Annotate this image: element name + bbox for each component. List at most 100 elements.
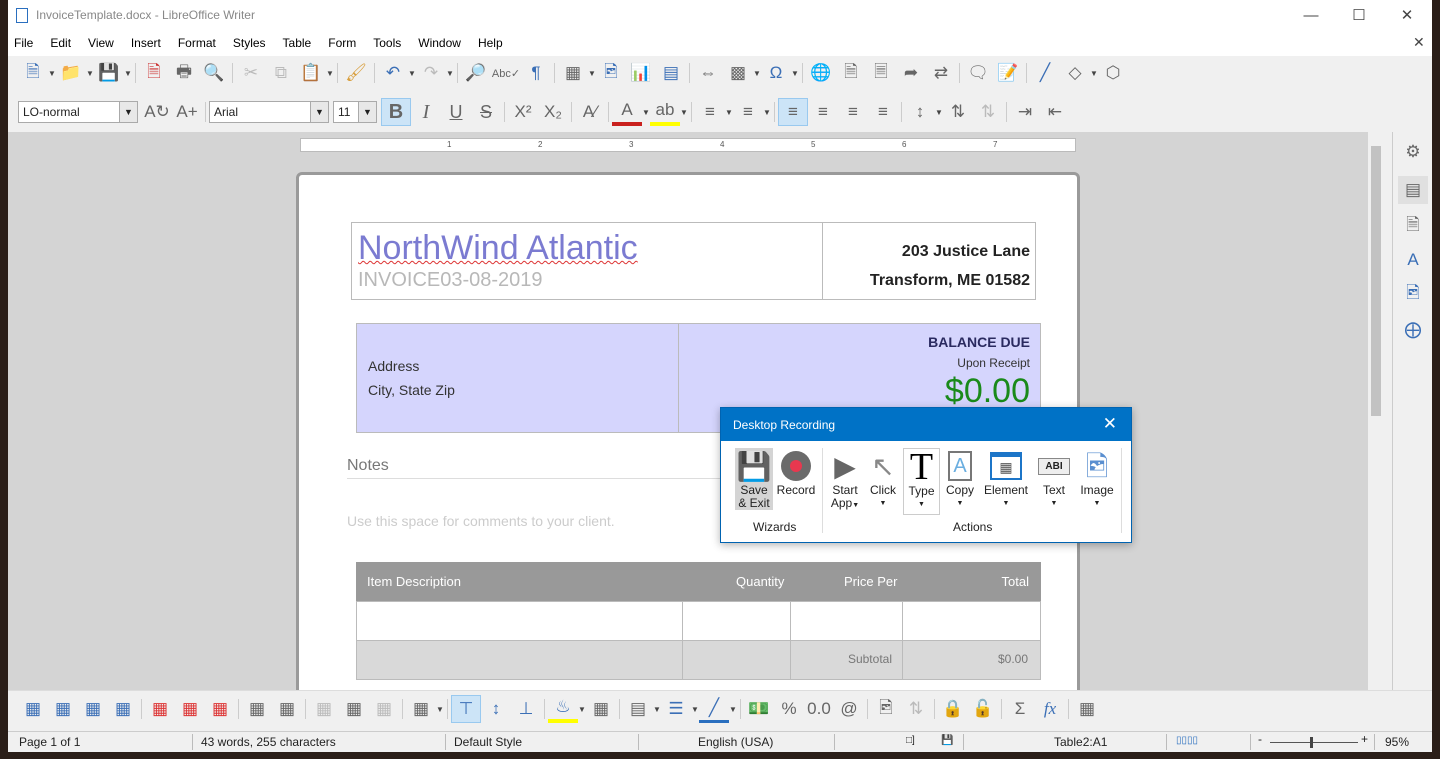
- insert-caption-icon[interactable]: 🖻: [871, 695, 901, 723]
- print-preview-icon[interactable]: 🔍: [199, 59, 229, 87]
- menu-help[interactable]: Help: [478, 36, 503, 50]
- properties-panel-icon[interactable]: ▤: [1398, 176, 1428, 204]
- element-button[interactable]: ▦ Element ▼: [981, 448, 1031, 510]
- insert-image-icon[interactable]: 🖻: [596, 59, 626, 87]
- bullet-list-icon[interactable]: ≡: [695, 98, 725, 126]
- scrollbar-thumb[interactable]: [1371, 146, 1381, 416]
- table-cell[interactable]: [790, 601, 903, 641]
- font-size-select[interactable]: 11 ▼: [333, 101, 377, 123]
- center-vertically-icon[interactable]: ↕: [481, 695, 511, 723]
- menu-view[interactable]: View: [88, 36, 114, 50]
- number-format-percent-icon[interactable]: %: [774, 695, 804, 723]
- new-style-icon[interactable]: A+: [172, 98, 202, 126]
- highlight-icon[interactable]: ab: [650, 98, 680, 126]
- menu-edit[interactable]: Edit: [50, 36, 71, 50]
- bookmark-icon[interactable]: ➦: [896, 59, 926, 87]
- insert-textbox-icon[interactable]: ▤: [656, 59, 686, 87]
- special-character-icon[interactable]: Ω: [761, 59, 791, 87]
- delete-table-icon[interactable]: ▦: [205, 695, 235, 723]
- footnote-icon[interactable]: 🗎: [836, 59, 866, 87]
- undo-icon[interactable]: ↶: [378, 59, 408, 87]
- maximize-button[interactable]: ☐: [1336, 0, 1382, 30]
- delete-columns-icon[interactable]: ▦: [175, 695, 205, 723]
- table-cell[interactable]: [682, 640, 791, 680]
- font-color-icon[interactable]: A: [612, 98, 642, 126]
- new-document-icon[interactable]: 🗎: [18, 59, 48, 87]
- open-folder-icon[interactable]: 📁: [56, 59, 86, 87]
- cut-icon[interactable]: ✂: [236, 59, 266, 87]
- unprotect-cells-icon[interactable]: 🔓: [968, 695, 998, 723]
- insert-columns-before-icon[interactable]: ▦: [78, 695, 108, 723]
- number-recognition-icon[interactable]: @: [834, 695, 864, 723]
- menu-table[interactable]: Table: [283, 36, 312, 50]
- font-name-select[interactable]: Arial ▼: [209, 101, 329, 123]
- menu-styles[interactable]: Styles: [233, 36, 266, 50]
- print-icon[interactable]: 🖶: [169, 59, 199, 87]
- find-replace-icon[interactable]: 🔎: [461, 59, 491, 87]
- align-bottom-icon[interactable]: ⊥: [511, 695, 541, 723]
- hyperlink-icon[interactable]: 🌐: [806, 59, 836, 87]
- update-style-icon[interactable]: A↻: [142, 98, 172, 126]
- page-style[interactable]: Default Style: [454, 735, 522, 749]
- menu-tools[interactable]: Tools: [373, 36, 401, 50]
- menu-format[interactable]: Format: [178, 36, 216, 50]
- horizontal-ruler[interactable]: 1 2 3 4 5 6 7: [300, 138, 1076, 152]
- start-app-button[interactable]: ▶ Start App▼: [827, 448, 863, 512]
- endnote-icon[interactable]: 🗏: [866, 59, 896, 87]
- dialog-close-icon[interactable]: ✕: [1103, 414, 1117, 434]
- align-center-icon[interactable]: ≡: [808, 98, 838, 126]
- underline-button[interactable]: U: [441, 98, 471, 126]
- increase-indent-icon[interactable]: ⇥: [1010, 98, 1040, 126]
- word-count[interactable]: 43 words, 255 characters: [201, 735, 336, 749]
- align-left-icon[interactable]: ≡: [778, 98, 808, 126]
- document-modified-icon[interactable]: 💾: [941, 735, 953, 746]
- click-button[interactable]: ↖ Click ▼: [866, 448, 900, 510]
- close-document-icon[interactable]: ✕: [1413, 34, 1425, 51]
- table-cell[interactable]: [356, 640, 683, 680]
- navigator-icon[interactable]: ⨁: [1398, 316, 1428, 344]
- copy-icon[interactable]: ⧉: [266, 59, 296, 87]
- align-top-icon[interactable]: ⊤: [451, 695, 481, 723]
- table-cell[interactable]: [902, 601, 1041, 641]
- paragraph-style-select[interactable]: LO-normal ▼: [18, 101, 138, 123]
- menu-insert[interactable]: Insert: [131, 36, 161, 50]
- formatting-marks-icon[interactable]: ¶: [521, 59, 551, 87]
- menu-form[interactable]: Form: [328, 36, 356, 50]
- notes-placeholder[interactable]: Use this space for comments to your clie…: [347, 513, 615, 529]
- document-area[interactable]: 1 2 3 4 5 6 7 NorthWind Atlantic INVOICE…: [8, 132, 1368, 690]
- draw-shapes-icon[interactable]: ⬡: [1098, 59, 1128, 87]
- basic-shapes-icon[interactable]: ◇: [1060, 59, 1090, 87]
- image-button[interactable]: 🖻 Image ▼: [1077, 448, 1117, 510]
- copy-button[interactable]: A Copy ▼: [943, 448, 977, 510]
- record-button[interactable]: Record: [776, 448, 816, 497]
- borders-icon[interactable]: ▤: [623, 695, 653, 723]
- comment-icon[interactable]: 🗨: [963, 59, 993, 87]
- insert-field-icon[interactable]: ▩: [723, 59, 753, 87]
- menu-window[interactable]: Window: [418, 36, 461, 50]
- number-format-decimal-icon[interactable]: 0.0: [804, 695, 834, 723]
- page-break-icon[interactable]: ⇔: [693, 59, 723, 87]
- autoformat-icon[interactable]: ▦: [586, 695, 616, 723]
- border-color-icon[interactable]: ╱: [699, 695, 729, 723]
- text-button[interactable]: ABI Text ▼: [1035, 448, 1073, 510]
- cross-reference-icon[interactable]: ⇄: [926, 59, 956, 87]
- clear-formatting-icon[interactable]: A⁄: [575, 98, 605, 126]
- save-icon[interactable]: 💾: [94, 59, 124, 87]
- split-cells-icon[interactable]: ▦: [339, 695, 369, 723]
- view-layout-icons[interactable]: ▯▯▯▯: [1176, 735, 1198, 746]
- justify-icon[interactable]: ≡: [868, 98, 898, 126]
- subscript-button[interactable]: X₂: [538, 98, 568, 126]
- protect-cells-icon[interactable]: 🔒: [938, 695, 968, 723]
- language[interactable]: English (USA): [698, 735, 773, 749]
- page-count[interactable]: Page 1 of 1: [19, 735, 80, 749]
- decrease-indent-icon[interactable]: ⇤: [1040, 98, 1070, 126]
- properties-gear-icon[interactable]: ⚙: [1398, 138, 1428, 166]
- line-spacing-icon[interactable]: ↕: [905, 98, 935, 126]
- optimize-size-icon[interactable]: ▦: [406, 695, 436, 723]
- superscript-button[interactable]: X²: [508, 98, 538, 126]
- insert-mode-icon[interactable]: □]: [906, 735, 915, 746]
- sort-icon[interactable]: ⇅: [901, 695, 931, 723]
- gallery-icon[interactable]: 🖻: [1398, 280, 1428, 308]
- save-exit-button[interactable]: 💾 Save & Exit: [735, 448, 773, 510]
- zoom-slider-thumb[interactable]: [1310, 737, 1313, 748]
